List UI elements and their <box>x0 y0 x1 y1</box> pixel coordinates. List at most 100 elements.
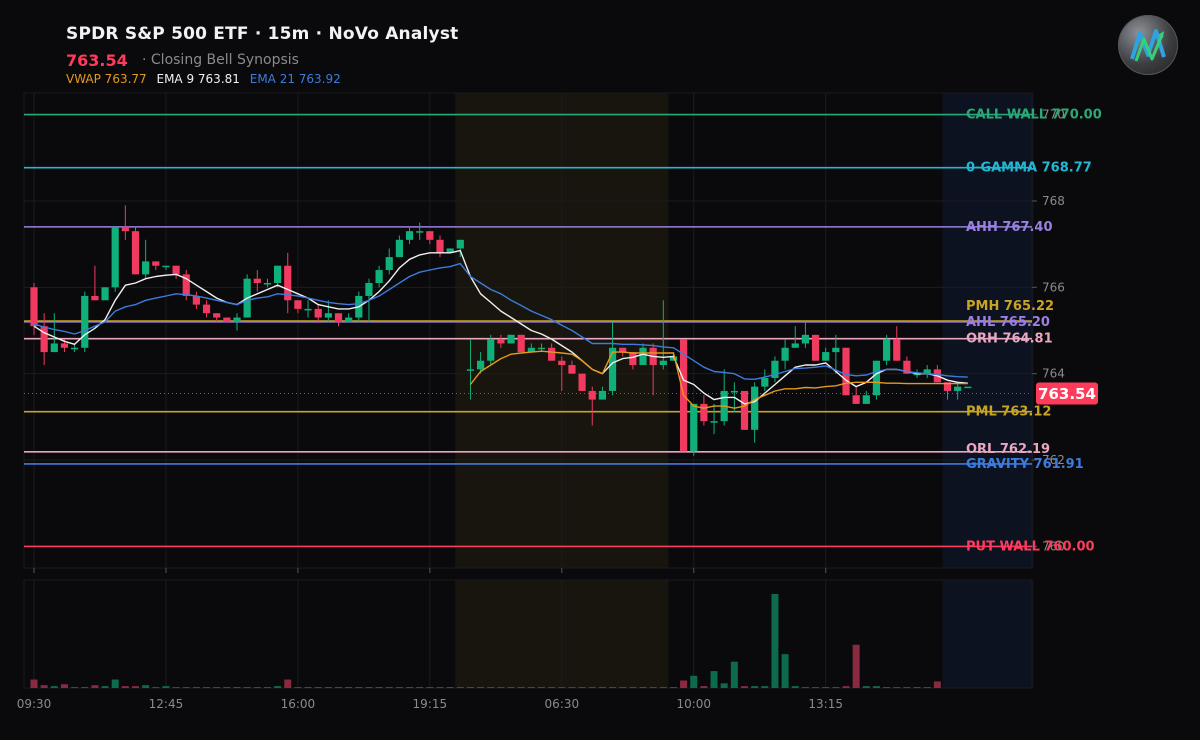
level-label: CALL WALL 770.00 <box>966 108 1102 123</box>
candle-body <box>405 231 414 240</box>
candle-body <box>223 317 231 322</box>
candle-body <box>629 352 637 366</box>
volume-bar <box>233 687 241 689</box>
x-tick-label: 09:30 <box>17 697 52 711</box>
candle-body <box>162 265 170 268</box>
volume-bar <box>568 687 576 689</box>
candle-body <box>324 313 332 318</box>
candle-body <box>426 231 434 240</box>
candle-body <box>608 347 617 391</box>
x-tick-label: 16:00 <box>281 697 316 711</box>
candle-body <box>507 334 515 344</box>
candle-body <box>416 231 424 233</box>
volume-bar <box>132 686 139 688</box>
volume-bar <box>507 687 515 689</box>
volume-bar <box>791 686 799 688</box>
x-tick-label: 13:15 <box>808 697 843 711</box>
volume-bar <box>466 687 474 689</box>
candle-body <box>253 278 261 283</box>
volume-bar <box>832 687 840 689</box>
volume-bar <box>50 686 58 688</box>
volume-bar <box>314 687 322 689</box>
candle-body <box>50 343 58 353</box>
candle-body <box>456 239 464 249</box>
session-afterhours-volume <box>942 580 1034 688</box>
volume-bar <box>416 687 424 689</box>
volume-bar <box>639 687 647 689</box>
candle-body <box>142 261 150 275</box>
volume-bar <box>426 687 434 689</box>
volume-bar <box>659 687 667 689</box>
candle-body <box>274 265 282 283</box>
volume-bar <box>538 687 545 689</box>
candle-body <box>639 347 647 366</box>
candle-body <box>710 421 718 423</box>
volume-bar <box>781 654 789 688</box>
volume-bar <box>822 687 830 689</box>
volume-bar <box>355 687 363 689</box>
last-price-tag-label: 763.54 <box>1038 385 1096 403</box>
candle-body <box>598 390 606 400</box>
volume-bar <box>385 687 393 689</box>
candle-body <box>385 257 393 271</box>
candle-body <box>213 313 221 318</box>
volume-bar <box>30 679 38 688</box>
volume-bar <box>893 687 901 689</box>
candle-body <box>730 390 738 393</box>
volume-bar <box>700 686 708 688</box>
candle-body <box>690 403 698 452</box>
volume-bar <box>649 687 657 689</box>
volume-bar <box>690 675 698 688</box>
candle-body <box>487 339 495 361</box>
candle-body <box>365 283 373 296</box>
volume-bar <box>172 687 180 689</box>
volume-bar <box>192 687 200 689</box>
level-label: PMH 765.22 <box>966 299 1054 314</box>
volume-bar <box>609 687 617 689</box>
volume-bar <box>872 686 880 688</box>
candle-body <box>852 395 860 404</box>
candle-body <box>314 308 322 318</box>
level-label: AHL 765.20 <box>966 315 1050 330</box>
x-tick-label: 10:00 <box>676 697 711 711</box>
volume-bar <box>406 687 414 689</box>
volume-bar <box>710 671 718 688</box>
candlestick-chart: 76076276476676877009:30 12:45 16:00 19:15 06… <box>17 92 1102 711</box>
candle-body <box>700 403 708 422</box>
candle-body <box>81 295 89 348</box>
candle-body <box>91 295 99 301</box>
volume-bar <box>111 679 119 688</box>
volume-bar <box>213 687 221 689</box>
volume-bar <box>629 687 637 689</box>
candle-body <box>395 239 403 258</box>
candle-body <box>436 239 444 253</box>
candle-body <box>893 339 901 361</box>
volume-bar <box>801 687 809 689</box>
volume-bar <box>284 679 292 688</box>
volume-bar <box>162 686 170 688</box>
candle-body <box>872 360 881 396</box>
volume-bar <box>121 686 129 688</box>
x-tick-label: 19:15 <box>413 697 448 711</box>
volume-bar <box>263 687 271 689</box>
candle-body <box>172 265 180 275</box>
candle-body <box>202 304 211 314</box>
level-label: AHH 767.40 <box>966 220 1053 235</box>
volume-bar <box>142 685 150 688</box>
level-label: PUT WALL 760.00 <box>966 539 1095 554</box>
volume-bar <box>903 687 911 689</box>
volume-bar <box>771 594 779 688</box>
volume-bar <box>680 680 688 688</box>
level-label: ORL 762.19 <box>966 442 1050 457</box>
candle-body <box>517 334 525 353</box>
candle-body <box>811 334 820 361</box>
candle-body <box>497 339 505 344</box>
candle-body <box>568 365 576 374</box>
volume-bar <box>253 687 261 689</box>
volume-bar <box>761 686 769 688</box>
candle-body <box>883 339 891 361</box>
volume-bar <box>91 685 99 688</box>
volume-bar <box>913 687 921 689</box>
volume-bar <box>933 681 941 688</box>
candle-body <box>477 360 485 370</box>
